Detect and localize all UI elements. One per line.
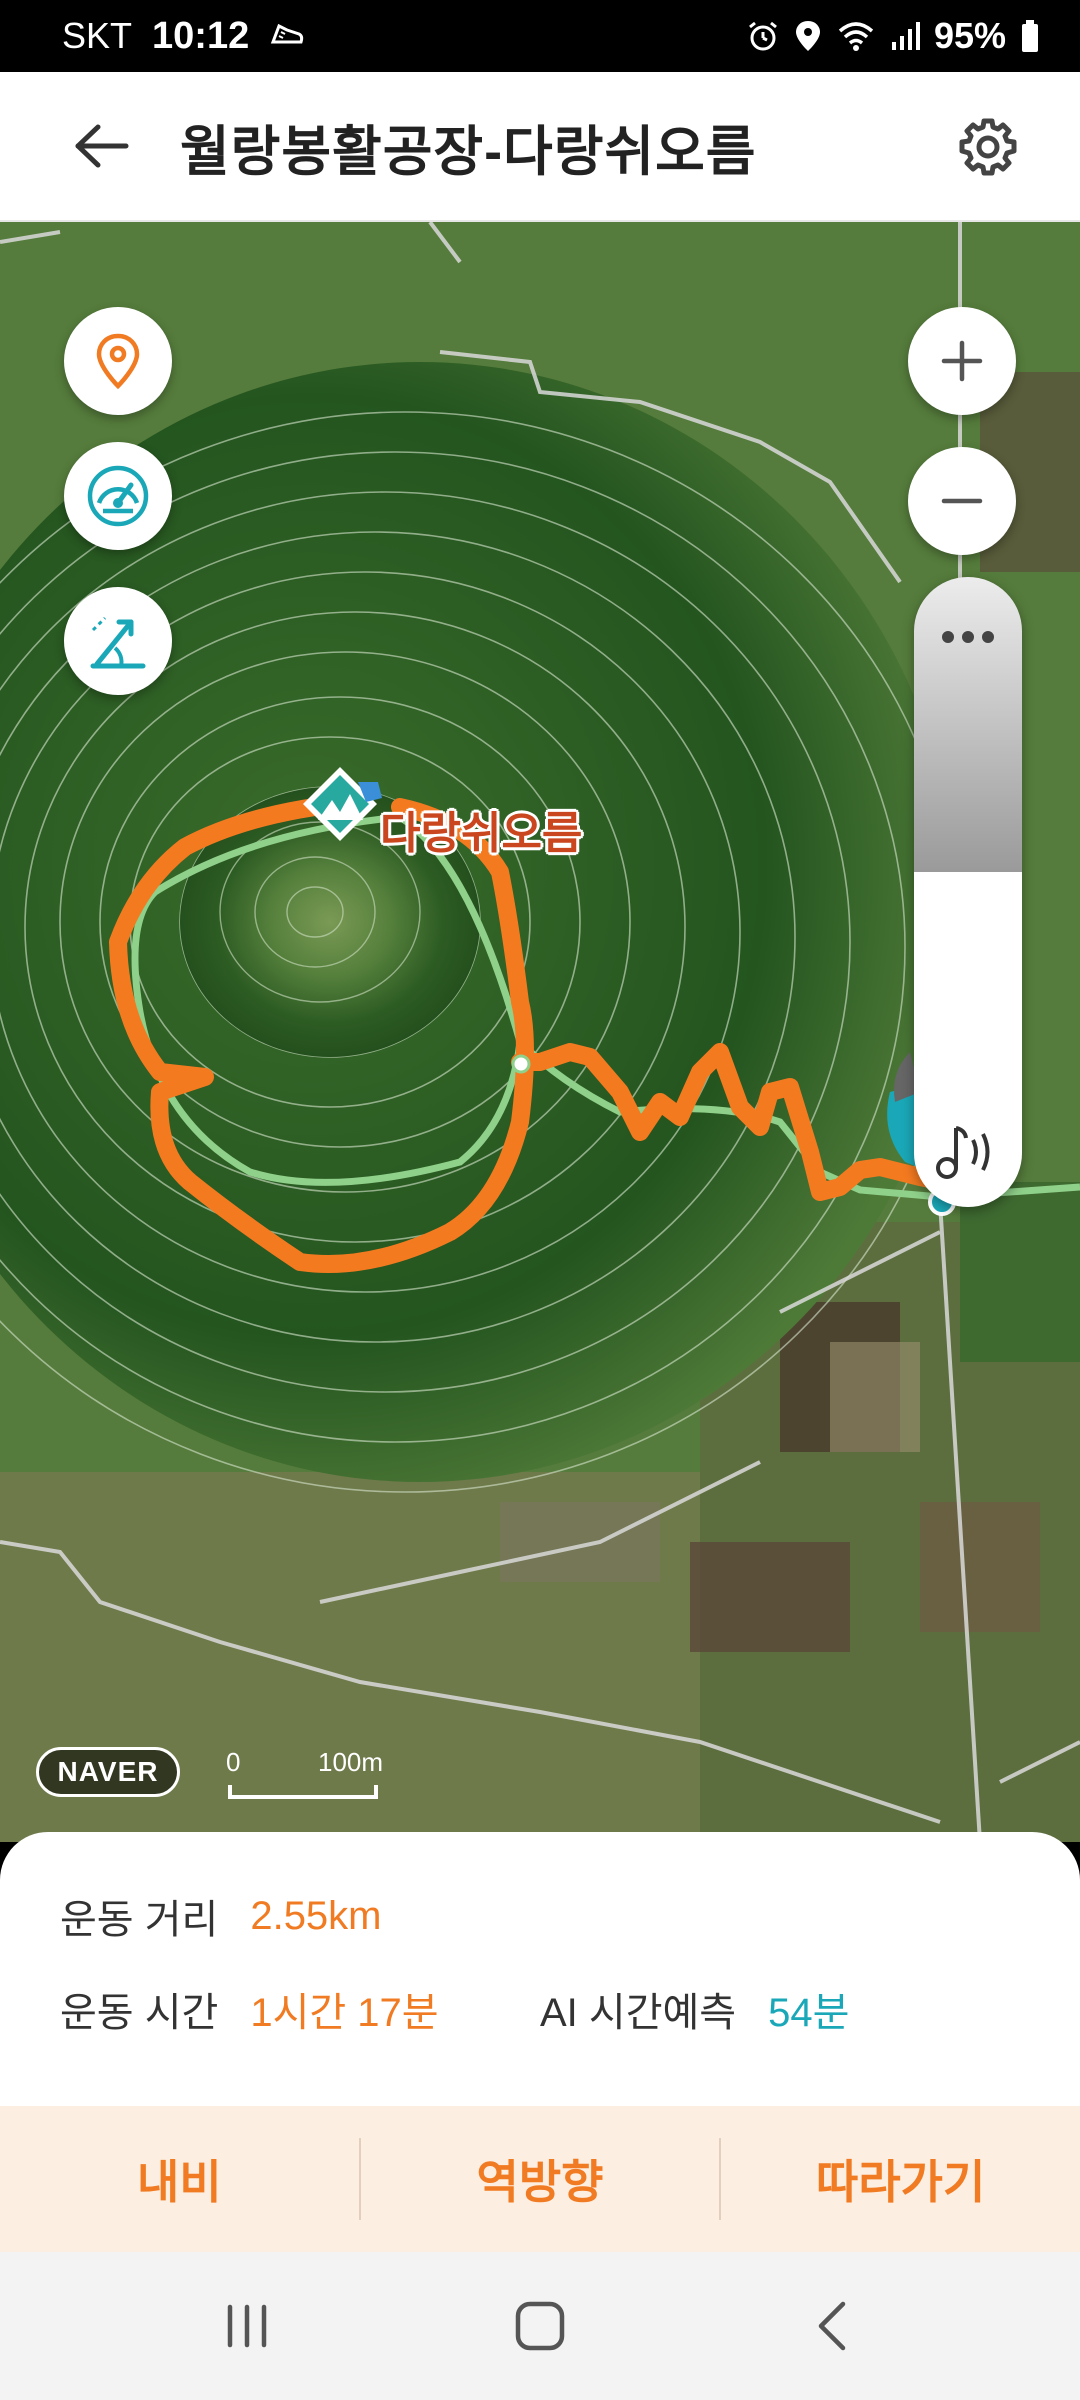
action-bar: 내비 역방향 따라가기 <box>0 2106 1080 2252</box>
location-icon <box>794 19 822 53</box>
recent-apps-icon <box>227 2304 266 2348</box>
more-options-button[interactable] <box>914 607 1022 667</box>
back-button[interactable] <box>62 106 142 186</box>
status-right: 95% <box>746 15 1040 57</box>
shoe-icon <box>269 15 305 57</box>
system-nav-bar <box>0 2252 1080 2400</box>
music-note-icon <box>936 1126 990 1179</box>
distance-value: 2.55km <box>250 1893 382 1938</box>
clock-time: 10:12 <box>152 14 250 57</box>
settings-button[interactable] <box>946 105 1030 189</box>
navi-button[interactable]: 내비 <box>0 2106 359 2252</box>
status-bar: SKT 10:12 95% <box>0 0 1080 72</box>
alarm-icon <box>746 19 780 53</box>
time-label: 운동 시간 <box>60 1991 219 2035</box>
time-row: 운동 시간 1시간 17분 <box>60 1980 439 2038</box>
slope-icon <box>90 616 146 669</box>
back-arrow-icon <box>75 124 129 168</box>
peak-label: 다랑쉬오름 <box>380 809 583 858</box>
more-dots-icon <box>942 631 994 643</box>
minus-icon <box>941 498 983 504</box>
distance-label: 운동 거리 <box>60 1898 219 1942</box>
music-button[interactable] <box>924 1117 1012 1187</box>
ai-estimate-label: AI 시간예측 <box>540 1991 737 2035</box>
signal-icon <box>890 20 920 52</box>
home-icon <box>515 2301 565 2351</box>
distance-row: 운동 거리 2.55km <box>60 1887 382 1945</box>
reverse-button[interactable]: 역방향 <box>361 2106 720 2252</box>
speedometer-icon <box>87 465 149 527</box>
back-nav-button[interactable] <box>773 2276 893 2376</box>
scale-zero-label: 0 <box>226 1747 241 1777</box>
speed-button[interactable] <box>64 442 172 550</box>
zoom-out-button[interactable] <box>908 447 1016 555</box>
status-left: SKT 10:12 <box>62 15 305 58</box>
home-button[interactable] <box>480 2276 600 2376</box>
follow-button[interactable]: 따라가기 <box>721 2106 1080 2252</box>
elevation-button[interactable] <box>64 587 172 695</box>
page-title: 월랑봉활공장-다랑쉬오름 <box>180 121 757 182</box>
carrier-label: SKT <box>62 15 133 56</box>
scale-distance-label: 100m <box>318 1747 384 1777</box>
scale-line <box>228 1785 378 1799</box>
zoom-in-button[interactable] <box>908 307 1016 415</box>
map-view[interactable]: 다랑쉬오름 NAVER 0 100m <box>0 222 1080 1842</box>
recent-apps-button[interactable] <box>187 2276 307 2376</box>
trail-node <box>511 1054 531 1074</box>
battery-percent: 95% <box>933 15 1006 56</box>
gear-icon <box>959 118 1017 176</box>
app-header: 월랑봉활공장-다랑쉬오름 <box>0 72 1080 222</box>
map-scale-bar: 0 100m <box>226 1747 406 1807</box>
plus-icon <box>941 340 983 382</box>
ai-estimate-row: AI 시간예측 54분 <box>540 1980 849 2038</box>
wifi-icon <box>836 19 876 53</box>
battery-icon <box>1020 19 1040 53</box>
naver-logo: NAVER <box>36 1747 180 1797</box>
media-panel[interactable] <box>914 577 1022 1207</box>
my-location-button[interactable] <box>64 307 172 415</box>
back-chevron-icon <box>819 2301 846 2351</box>
ai-estimate-value: 54분 <box>768 1991 850 2035</box>
location-pin-icon <box>96 333 140 390</box>
time-value: 1시간 17분 <box>250 1991 439 2035</box>
